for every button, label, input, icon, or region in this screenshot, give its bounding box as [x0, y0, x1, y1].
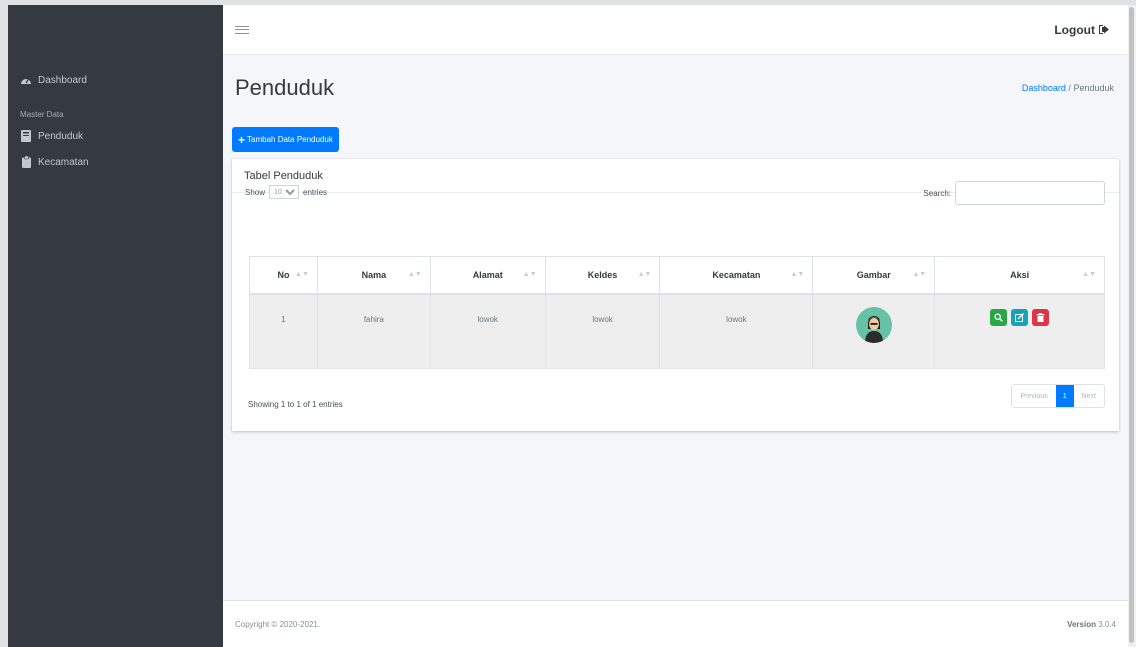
search-label: Search: [923, 188, 951, 198]
search-input[interactable] [955, 181, 1105, 205]
scrollbar[interactable] [1128, 5, 1136, 647]
penduduk-table: No ▲▼ Nama ▲▼ Alamat ▲▼ Keldes ▲▼ Kecamatan ▲… [249, 256, 1105, 369]
logout-button[interactable]: Logout [1054, 23, 1110, 37]
table-search: Search: [923, 181, 1105, 205]
sort-icon: ▲▼ [407, 271, 422, 278]
footer: Copyright © 2020-2021. Version 3.0.4 [223, 600, 1128, 647]
add-button-label: Tambah Data Penduduk [247, 135, 333, 144]
sign-out-icon [1099, 25, 1109, 34]
column-header-alamat[interactable]: Alamat ▲▼ [429, 256, 546, 295]
column-header-kecamatan[interactable]: Kecamatan ▲▼ [659, 256, 813, 295]
cell-nama: fahira [316, 293, 431, 369]
sort-icon: ▲▼ [637, 271, 652, 278]
entries-label: entries [303, 187, 328, 197]
penduduk-card: Tabel Penduduk Show 10 entries Search: N… [232, 159, 1119, 431]
page-title: Penduduk [235, 75, 335, 100]
pagination-previous[interactable]: Previous [1012, 385, 1055, 407]
scrollbar-thumb[interactable] [1129, 7, 1134, 643]
column-header-keldes[interactable]: Keldes ▲▼ [544, 256, 660, 295]
cell-alamat: lowok [429, 293, 546, 369]
sort-icon: ▲▼ [790, 271, 805, 278]
edit-button[interactable] [1011, 308, 1029, 326]
sort-icon: ▲▼ [912, 271, 927, 278]
column-header-gambar[interactable]: Gambar ▲▼ [812, 256, 935, 295]
tachometer-icon [20, 74, 32, 86]
table-header-row: No ▲▼ Nama ▲▼ Alamat ▲▼ Keldes ▲▼ Kecamatan ▲… [249, 256, 1105, 295]
book-icon [20, 130, 32, 142]
column-header-nama[interactable]: Nama ▲▼ [316, 256, 431, 295]
cell-no: 1 [249, 293, 318, 369]
content-wrapper: Penduduk Dashboard / Penduduk + Tambah D… [223, 55, 1128, 600]
sidebar-item-label: Kecamatan [38, 156, 89, 168]
version-label: Version [1067, 619, 1096, 629]
top-navbar: Logout [223, 5, 1128, 55]
sort-icon: ▲▼ [1082, 271, 1096, 278]
search-icon [994, 312, 1003, 322]
sidebar-item-label: Dashboard [38, 74, 87, 86]
sidebar-header: Master Data [20, 109, 64, 119]
trash-icon [1036, 312, 1045, 322]
breadcrumb-current: Penduduk [1073, 83, 1114, 93]
plus-icon: + [238, 132, 246, 147]
sidebar-item-label: Penduduk [38, 130, 84, 142]
entries-length-control: Show 10 entries [245, 185, 327, 199]
table-row: 1 fahira lowok lowok lowok [249, 293, 1105, 369]
clipboard-icon [20, 156, 32, 168]
sidebar-item-kecamatan[interactable]: Kecamatan [8, 149, 223, 175]
view-button[interactable] [989, 308, 1007, 326]
cell-kecamatan: lowok [659, 293, 813, 369]
sidebar-item-dashboard[interactable]: Dashboard [8, 67, 223, 93]
hamburger-menu-icon[interactable] [235, 23, 249, 37]
version-info: Version 3.0.4 [1067, 620, 1116, 629]
pagination-page-1[interactable]: 1 [1055, 385, 1074, 407]
add-penduduk-button[interactable]: + Tambah Data Penduduk [232, 127, 339, 152]
entries-select[interactable]: 10 [269, 185, 300, 199]
avatar [855, 306, 892, 343]
sidebar: Dashboard Master Data Penduduk Kecamatan [8, 5, 223, 647]
version-value: 3.0.4 [1098, 619, 1116, 629]
breadcrumb: Dashboard / Penduduk [1022, 83, 1114, 93]
cell-gambar [812, 293, 935, 369]
cell-keldes: lowok [544, 293, 660, 369]
sidebar-item-penduduk[interactable]: Penduduk [8, 123, 223, 149]
sidebar-brand [8, 5, 223, 55]
edit-icon [1015, 312, 1025, 322]
column-header-aksi[interactable]: Aksi ▲▼ [934, 256, 1105, 295]
cell-aksi [934, 293, 1105, 369]
show-label: Show [245, 187, 266, 197]
sort-icon: ▲▼ [295, 271, 309, 278]
pagination-next[interactable]: Next [1074, 385, 1104, 407]
delete-button[interactable] [1032, 308, 1050, 326]
copyright-text: Copyright © 2020-2021. [235, 619, 321, 629]
pagination: Previous 1 Next [1011, 384, 1105, 408]
logout-label: Logout [1054, 22, 1095, 37]
breadcrumb-separator: / [1068, 83, 1071, 93]
column-header-no[interactable]: No ▲▼ [249, 256, 318, 295]
sort-icon: ▲▼ [522, 271, 537, 278]
breadcrumb-home-link[interactable]: Dashboard [1022, 83, 1066, 93]
table-info: Showing 1 to 1 of 1 entries [248, 400, 343, 409]
